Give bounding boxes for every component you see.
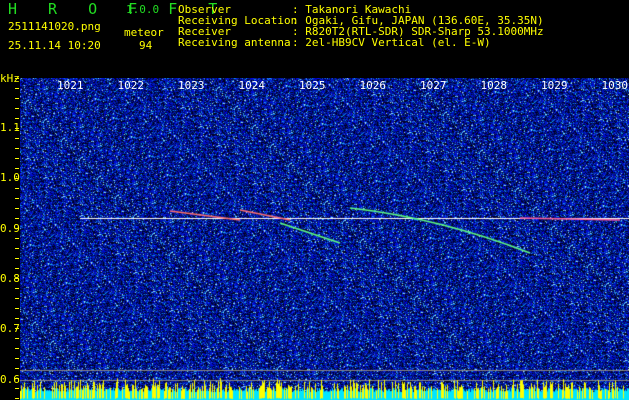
y-tick: [15, 388, 19, 389]
y-tick: [15, 318, 19, 319]
datetime: 25.11.14 10:20: [8, 39, 101, 52]
y-tick: [15, 218, 19, 219]
y-tick: [15, 118, 19, 119]
y-tick: [15, 148, 19, 149]
unit-label: kHz: [0, 72, 20, 85]
y-tick-label: 0.6: [0, 372, 20, 386]
file-name: 2511141020.png: [8, 20, 101, 33]
meteor-count: 94: [139, 39, 153, 52]
y-tick: [15, 198, 19, 199]
y-tick: [15, 88, 19, 89]
meteor-label: meteor: [124, 26, 164, 39]
y-tick: [15, 208, 19, 209]
y-tick: [15, 158, 19, 159]
y-tick: [15, 328, 19, 329]
x-tick-label: 1029: [541, 79, 568, 92]
y-tick: [15, 78, 19, 79]
spectrogram: [20, 78, 629, 400]
x-tick-label: 1025: [299, 79, 326, 92]
y-tick: [15, 168, 19, 169]
y-tick: [15, 288, 19, 289]
x-tick-label: 1028: [480, 79, 508, 92]
x-tick-label: 1027: [420, 79, 447, 92]
y-tick: [15, 98, 19, 99]
x-tick-label: 1023: [178, 79, 205, 92]
y-tick: [15, 368, 19, 369]
info-value: : 2el-HB9CV Vertical (el. E-W): [292, 36, 491, 49]
app-version: 1.0.0: [126, 3, 160, 16]
y-tick: [15, 268, 19, 269]
x-tick-label: 1026: [359, 79, 387, 92]
y-tick: [15, 378, 19, 379]
y-tick: [15, 238, 19, 239]
y-tick: [15, 348, 19, 349]
y-tick: [15, 398, 19, 399]
y-tick: [15, 248, 19, 249]
x-tick-label: 1022: [117, 79, 145, 92]
y-tick: [15, 228, 19, 229]
y-tick: [15, 308, 19, 309]
x-tick-label: 1021: [57, 79, 84, 92]
x-tick-label: 1024: [238, 79, 266, 92]
y-tick: [15, 108, 19, 109]
y-tick: [15, 138, 19, 139]
y-tick: [15, 338, 19, 339]
info-label: Receiving antenna: [178, 36, 291, 49]
y-tick: [15, 358, 19, 359]
y-tick: [15, 298, 19, 299]
y-tick: [15, 278, 19, 279]
y-tick: [15, 258, 19, 259]
y-tick: [15, 178, 19, 179]
x-tick-label: 1030: [601, 79, 629, 92]
y-tick: [15, 188, 19, 189]
y-tick: [15, 128, 19, 129]
